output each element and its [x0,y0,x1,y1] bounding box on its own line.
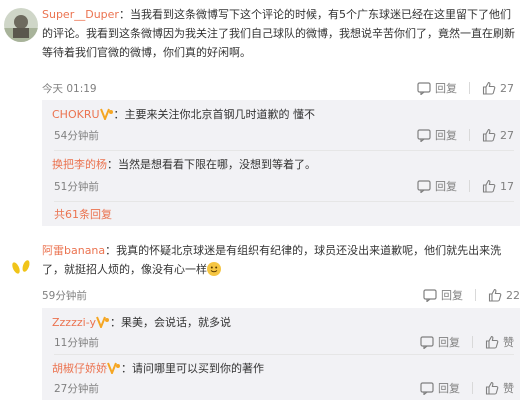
avatar[interactable] [4,248,38,282]
like-icon [482,179,496,193]
reply-time: 27分钟前 [54,383,99,395]
reply-time: 11分钟前 [54,337,99,349]
comment-body: ：我真的怀疑北京球迷是有组织有纪律的，球员还没出来道歉呢，他们就先出来洗了，就挺… [42,244,502,276]
reply-time: 54分钟前 [54,130,99,142]
comment-item: 阿雷banana：我真的怀疑北京球迷是有组织有纪律的，球员还没出来道歉呢，他们就… [0,234,520,400]
comment-username[interactable]: Super__Duper [42,8,119,21]
reply-icon [420,336,434,349]
like-button[interactable]: 赞 [485,333,514,351]
reply-label: 回复 [438,336,460,349]
like-button[interactable]: 27 [482,79,514,97]
reply-list: Zzzzzi-y ：果美，会说话，就多说 11分钟前 回复 赞 胡椒仔娇娇 ：请问哪… [42,308,520,400]
reply-icon [420,382,434,395]
comment-username[interactable]: 阿雷banana [42,244,105,257]
action-divider [475,289,476,301]
reply-button[interactable]: 回复 [420,333,460,351]
reply-text: 胡椒仔娇娇 ：请问哪里可以买到你的著作 [52,359,510,378]
reply-username[interactable]: 胡椒仔娇娇 [52,362,107,375]
reply-label: 回复 [435,129,457,142]
vip-icon [99,108,113,120]
action-divider [472,336,473,348]
reply-body: ：当然是想看看下限在哪，没想到等着了。 [107,158,316,171]
like-button[interactable]: 27 [482,126,514,144]
comment-time: 今天 01:19 [42,83,97,95]
reply-button[interactable]: 回复 [420,379,460,397]
like-count: 赞 [503,336,514,349]
reply-actions: 回复 赞 [420,379,514,397]
reply-label: 回复 [435,82,457,95]
reply-list: CHOKRU ：主要来关注你北京首钢几时道歉的 懂不 54分钟前 回复 27 换把… [42,100,520,226]
comment-text: 阿雷banana：我真的怀疑北京球迷是有组织有纪律的，球员还没出来道歉呢，他们就… [42,241,520,279]
reply-actions: 回复 17 [417,177,514,195]
like-icon [488,288,502,302]
reply-actions: 回复 27 [417,126,514,144]
reply-item: 胡椒仔娇娇 ：请问哪里可以买到你的著作 27分钟前 回复 赞 [42,355,520,400]
reply-item: CHOKRU ：主要来关注你北京首钢几时道歉的 懂不 54分钟前 回复 27 [42,100,520,150]
comment-actions: 回复 27 [417,79,514,97]
reply-label: 回复 [435,180,457,193]
like-icon [482,81,496,95]
reply-text: 换把李的杨：当然是想看看下限在哪，没想到等着了。 [52,155,510,174]
reply-label: 回复 [438,382,460,395]
reply-icon [417,129,431,142]
action-divider [472,382,473,394]
like-icon [482,128,496,142]
like-count: 22 [506,288,520,302]
reply-item: 换把李的杨：当然是想看看下限在哪，没想到等着了。 51分钟前 回复 17 [42,151,520,201]
vip-icon [107,362,120,374]
reply-username[interactable]: 换把李的杨 [52,158,107,171]
reply-button[interactable]: 回复 [417,126,457,144]
like-count: 27 [500,81,514,95]
avatar[interactable] [4,8,38,42]
more-replies-link[interactable]: 共61条回复 [54,206,112,222]
reply-icon [417,82,431,95]
action-divider [469,180,470,192]
like-count: 27 [500,128,514,142]
like-count: 赞 [503,382,514,395]
reply-icon [417,180,431,193]
reply-username[interactable]: CHOKRU [52,108,100,121]
like-button[interactable]: 22 [488,286,520,304]
comment-time: 59分钟前 [42,290,87,302]
reply-time: 51分钟前 [54,181,99,193]
like-button[interactable]: 17 [482,177,514,195]
reply-username[interactable]: Zzzzzi-y [52,316,96,329]
reply-text: CHOKRU ：主要来关注你北京首钢几时道歉的 懂不 [52,105,510,124]
vip-icon [96,316,109,328]
reply-actions: 回复 赞 [420,333,514,351]
comment-text: Super__Duper：当我看到这条微博写下这个评论的时候，有5个广东球迷已经… [42,5,520,62]
comment-item: Super__Duper：当我看到这条微博写下这个评论的时候，有5个广东球迷已经… [0,0,520,226]
like-count: 17 [500,179,514,193]
reply-body: ：果美，会说话，就多说 [109,316,231,329]
reply-button[interactable]: 回复 [417,177,457,195]
action-divider [469,129,470,141]
like-icon [485,335,499,349]
reply-label: 回复 [441,289,463,302]
like-button[interactable]: 赞 [485,379,514,397]
reply-body: ：主要来关注你北京首钢几时道歉的 懂不 [113,108,316,121]
reply-item: Zzzzzi-y ：果美，会说话，就多说 11分钟前 回复 赞 [42,308,520,354]
reply-body: ：请问哪里可以买到你的著作 [121,362,264,375]
reply-icon [423,289,437,302]
like-icon [485,381,499,395]
action-divider [469,82,470,94]
smile-emoji-icon [207,262,221,276]
reply-text: Zzzzzi-y ：果美，会说话，就多说 [52,313,510,332]
reply-divider [54,201,514,202]
reply-button[interactable]: 回复 [423,286,463,304]
comment-actions: 回复 22 [423,286,520,304]
reply-button[interactable]: 回复 [417,79,457,97]
